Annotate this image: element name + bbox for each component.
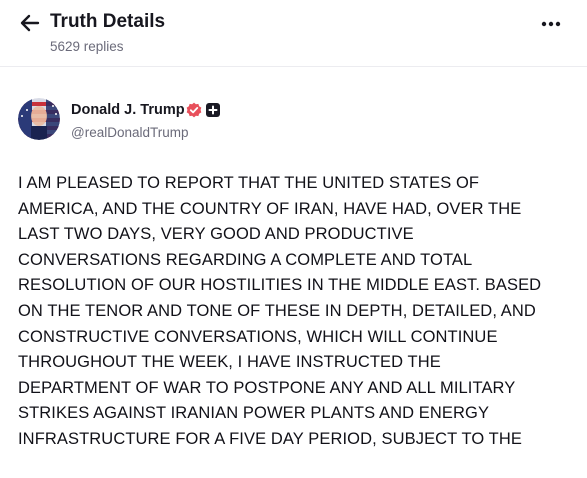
more-options-button[interactable] — [539, 15, 563, 33]
truth-details-page: Truth Details 5629 replies Donald J. Tru… — [0, 0, 587, 478]
post-text-line: CONVERSATIONS REGARDING A COMPLETE AND T… — [18, 250, 473, 269]
arrow-left-icon — [20, 14, 40, 32]
plus-badge-icon — [206, 103, 220, 117]
post-text-line: LAST TWO DAYS, VERY GOOD AND PRODUCTIVE — [18, 225, 414, 244]
post-text-line: ON THE TENOR AND TONE OF THESE IN DEPTH,… — [18, 301, 536, 320]
back-button[interactable] — [18, 12, 42, 34]
post-text-line: THROUGHOUT THE WEEK, I HAVE INSTRUCTED T… — [18, 353, 441, 372]
post-text: I AM PLEASED TO REPORT THAT THE UNITED S… — [18, 171, 580, 453]
more-horizontal-icon — [541, 21, 561, 27]
top-bar: Truth Details 5629 replies — [0, 0, 587, 67]
post-text-line: STRIKES AGAINST IRANIAN POWER PLANTS AND… — [18, 404, 490, 423]
post-text-line: I AM PLEASED TO REPORT THAT THE UNITED S… — [18, 174, 480, 192]
verified-badge-icon — [186, 102, 202, 118]
page-title: Truth Details — [50, 11, 166, 32]
reply-count: 5629 replies — [50, 39, 124, 54]
author-handle[interactable]: @realDonaldTrump — [71, 125, 189, 140]
author-name[interactable]: Donald J. Trump — [71, 102, 185, 118]
post-text-line: RESOLUTION OF OUR HOSTILITIES IN THE MID… — [18, 276, 542, 295]
post-text-line: AMERICA, AND THE COUNTRY OF IRAN, HAVE H… — [18, 199, 522, 218]
post-text-line: DEPARTMENT OF WAR TO POSTPONE ANY AND AL… — [18, 378, 516, 397]
post-text-line: INFRASTRUCTURE FOR A FIVE DAY PERIOD, SU… — [18, 429, 522, 448]
post-text-line: CONSTRUCTIVE CONVERSATIONS, WHICH WILL C… — [18, 327, 498, 346]
avatar-image — [18, 98, 60, 140]
post-author: Donald J. Trump @realDonaldTrump — [18, 98, 558, 144]
avatar[interactable] — [18, 98, 60, 140]
